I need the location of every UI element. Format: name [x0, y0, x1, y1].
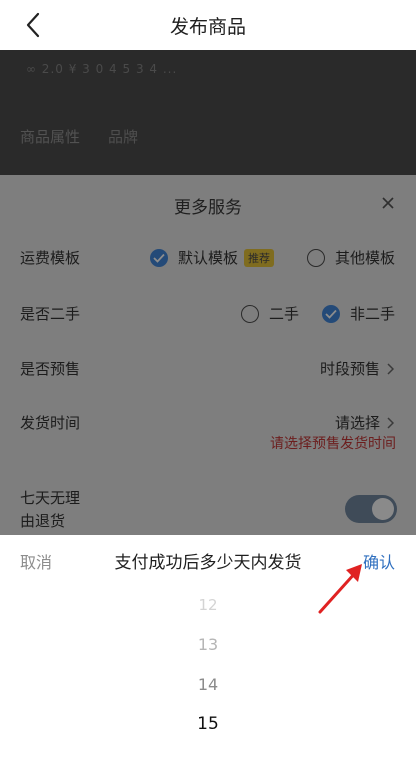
page-title: 发布商品: [169, 15, 246, 38]
chevron-left-icon: [26, 12, 40, 38]
option-second-hand[interactable]: 二手: [241, 303, 299, 324]
option-label: 非二手: [350, 305, 396, 323]
presale-label: 是否预售: [20, 360, 81, 378]
ship-time-selector[interactable]: 请选择: [335, 412, 394, 433]
option-default-template[interactable]: 默认模板 推荐: [150, 247, 275, 268]
option-not-second-hand[interactable]: 非二手: [322, 303, 395, 324]
toggle-knob: [372, 498, 394, 520]
seven-day-return-label-2: 由退货: [20, 512, 66, 530]
ship-time-label: 发货时间: [20, 414, 81, 432]
option-label: 其他模板: [335, 249, 396, 267]
presale-selector[interactable]: 时段预售: [320, 358, 394, 379]
radio-unchecked-icon: [241, 304, 259, 323]
arrow-icon: [318, 564, 362, 614]
picker-option[interactable]: 13: [0, 635, 416, 654]
shipping-template-label: 运费模板: [20, 249, 81, 267]
underlying-value: 品牌: [108, 128, 139, 146]
picker-option[interactable]: 14: [0, 675, 416, 694]
option-label: 二手: [269, 305, 300, 323]
option-other-template[interactable]: 其他模板: [307, 247, 395, 268]
ship-time-warning: 请选择预售发货时间: [270, 436, 396, 452]
radio-checked-icon: [150, 248, 168, 267]
close-icon: [382, 197, 394, 209]
radio-unchecked-icon: [307, 248, 325, 267]
picker-option-selected[interactable]: 15: [0, 714, 416, 734]
recommend-badge: 推荐: [244, 248, 275, 267]
underlying-text: ∞ 2.0 ¥ 3 0 4 5 3 4 ...: [26, 62, 178, 76]
option-label: 默认模板: [178, 249, 239, 267]
underlying-label: 商品属性: [20, 128, 81, 146]
top-header: 发布商品: [0, 0, 416, 50]
presale-value: 时段预售: [319, 360, 380, 378]
second-hand-label: 是否二手: [20, 305, 81, 323]
ship-time-value: 请选择: [334, 414, 380, 432]
back-button[interactable]: [18, 10, 48, 40]
chevron-right-icon: [387, 362, 394, 375]
sheet-title: 更多服务: [174, 198, 242, 218]
more-services-sheet: 更多服务 运费模板 默认模板 推荐 其他模板 是否二手 二手 非二手 是否预售 …: [0, 175, 416, 535]
close-button[interactable]: [380, 195, 400, 215]
chevron-right-icon: [387, 416, 394, 429]
seven-day-return-toggle[interactable]: [345, 495, 397, 523]
seven-day-return-label-1: 七天无理: [20, 489, 81, 507]
radio-checked-icon: [322, 304, 340, 323]
